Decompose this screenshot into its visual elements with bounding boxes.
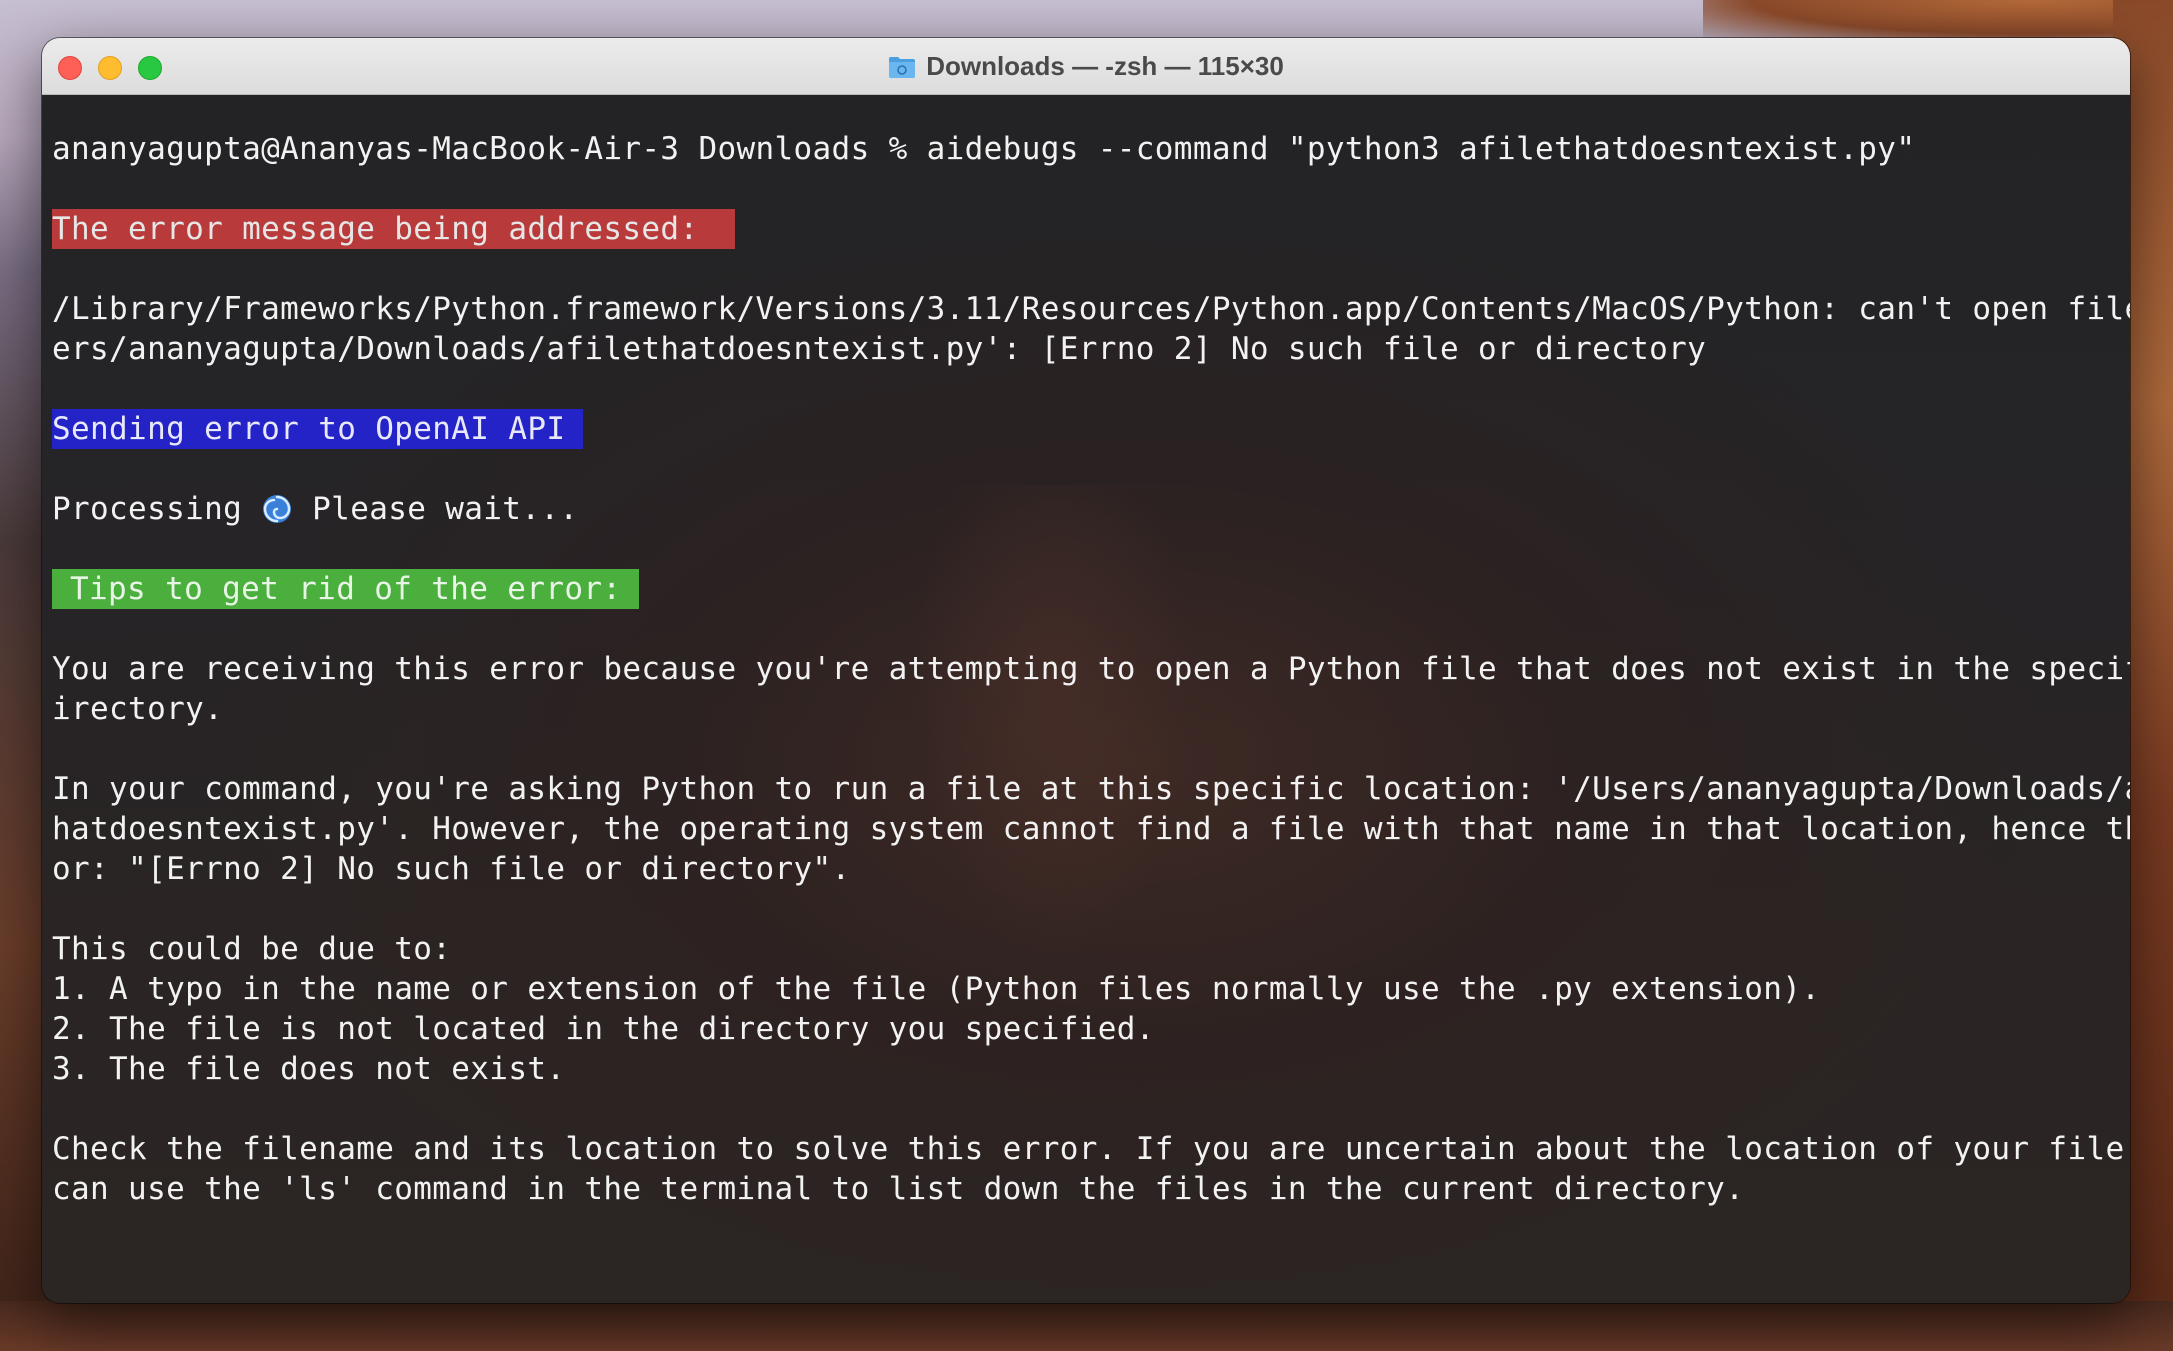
list-item: 3. The file does not exist. bbox=[52, 1051, 566, 1087]
desktop-wallpaper-bottom bbox=[0, 1301, 2173, 1351]
explanation-line: In your command, you're asking Python to… bbox=[52, 771, 2130, 807]
tips-badge-line: Tips to get rid of the error: bbox=[52, 569, 2130, 609]
tips-badge: Tips to get rid of the error: bbox=[52, 569, 640, 609]
explanation-line: hatdoesntexist.py'. However, the operati… bbox=[52, 811, 2130, 847]
list-item: 1. A typo in the name or extension of th… bbox=[52, 971, 1821, 1007]
error-badge-line: The error message being addressed: bbox=[52, 209, 2130, 249]
terminal-output[interactable]: ananyagupta@Ananyas-MacBook-Air-3 Downlo… bbox=[42, 95, 2130, 1303]
terminal-window: Downloads — -zsh — 115×30 ananyagupta@An… bbox=[42, 38, 2130, 1303]
prompt-line: ananyagupta@Ananyas-MacBook-Air-3 Downlo… bbox=[52, 131, 1916, 167]
folder-icon bbox=[888, 55, 916, 79]
desktop-wallpaper-top bbox=[1703, 0, 2173, 40]
list-item: 2. The file is not located in the direct… bbox=[52, 1011, 1155, 1047]
processing-line: Processing Please wait... bbox=[52, 489, 2130, 529]
window-titlebar[interactable]: Downloads — -zsh — 115×30 bbox=[42, 38, 2130, 95]
window-title-text: Downloads — -zsh — 115×30 bbox=[926, 51, 1284, 81]
sending-badge: Sending error to OpenAI API bbox=[52, 409, 584, 449]
explanation-line: Check the filename and its location to s… bbox=[52, 1131, 2130, 1167]
explanation-line: can use the 'ls' command in the terminal… bbox=[52, 1171, 1745, 1207]
explanation-line: irectory. bbox=[52, 691, 224, 727]
window-title: Downloads — -zsh — 115×30 bbox=[42, 50, 2130, 82]
error-line: /Library/Frameworks/Python.framework/Ver… bbox=[52, 291, 2130, 327]
explanation-line: You are receiving this error because you… bbox=[52, 651, 2130, 687]
error-line: ers/ananyagupta/Downloads/afilethatdoesn… bbox=[52, 331, 1707, 367]
processing-wait: Please wait... bbox=[293, 491, 579, 527]
list-intro: This could be due to: bbox=[52, 931, 452, 967]
error-badge: The error message being addressed: bbox=[52, 209, 736, 249]
cyclone-icon bbox=[261, 493, 293, 525]
processing-label: Processing bbox=[52, 491, 262, 527]
explanation-line: or: "[Errno 2] No such file or directory… bbox=[52, 851, 851, 887]
sending-badge-line: Sending error to OpenAI API bbox=[52, 409, 2130, 449]
